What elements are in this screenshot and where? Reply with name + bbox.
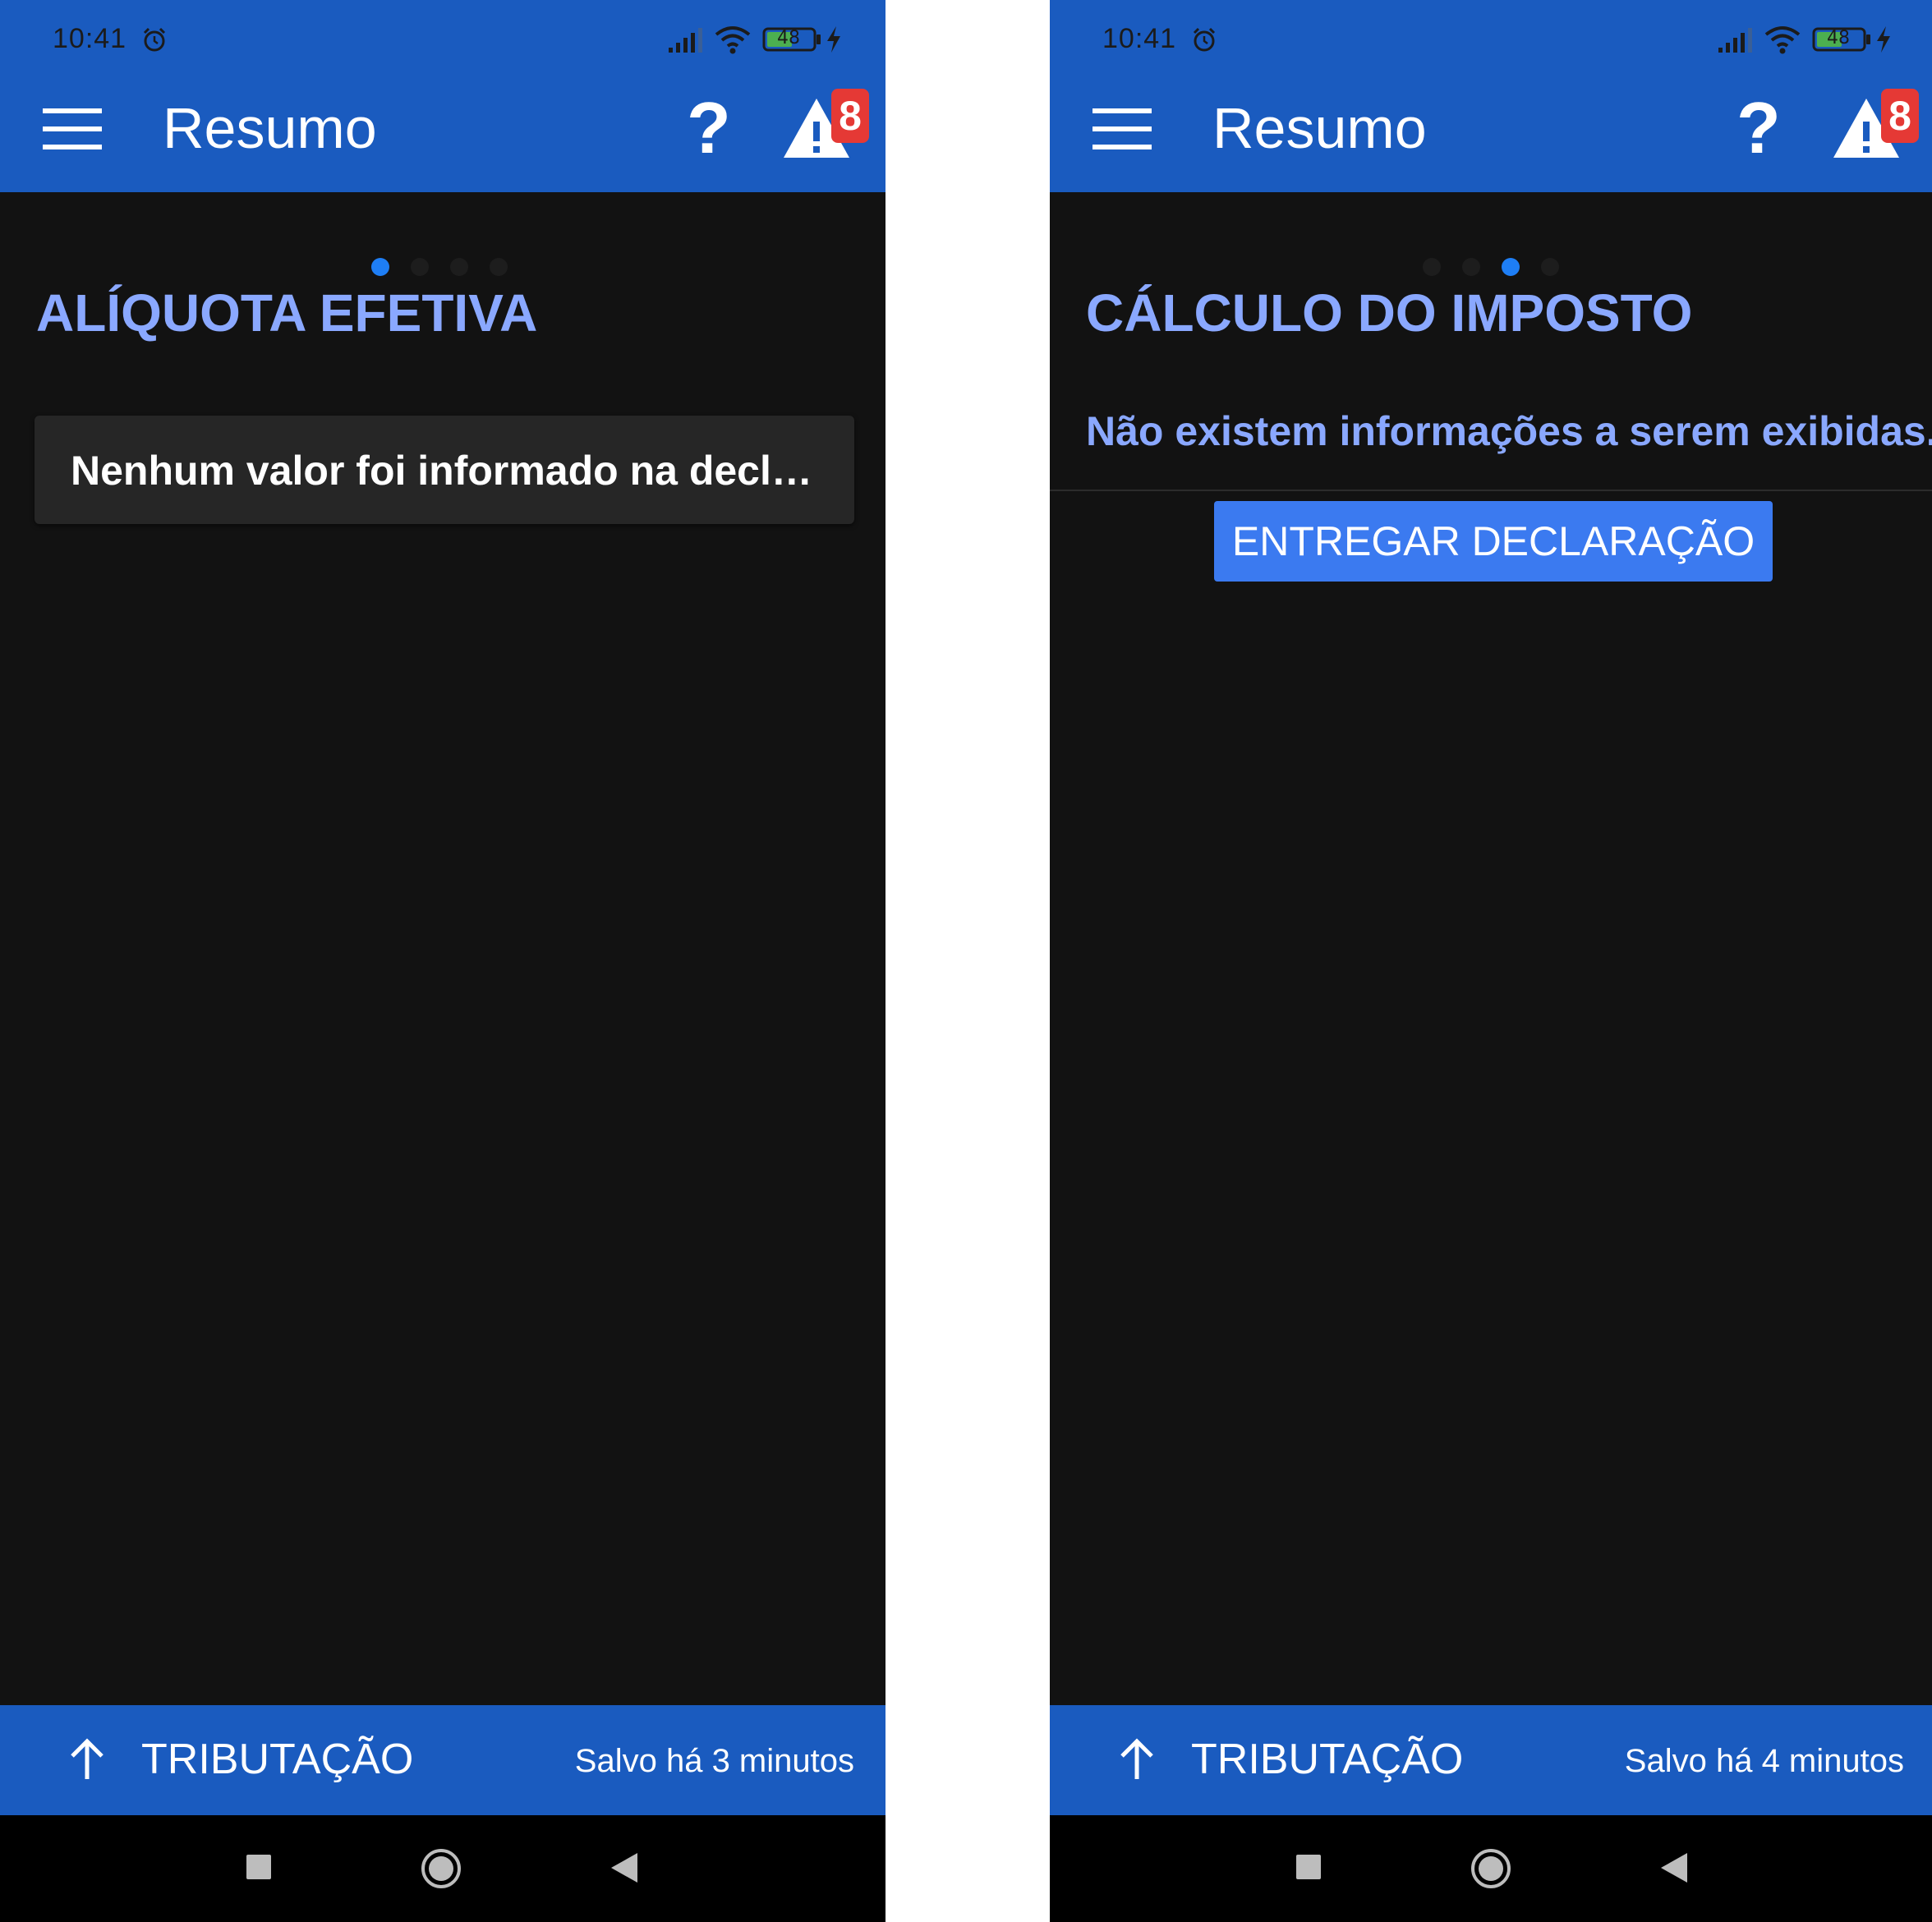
back-icon[interactable] bbox=[610, 1851, 639, 1884]
back-icon[interactable] bbox=[1659, 1851, 1689, 1884]
system-nav-bar bbox=[1050, 1815, 1932, 1922]
charging-icon bbox=[827, 26, 840, 53]
menu-icon[interactable] bbox=[43, 107, 102, 151]
home-icon[interactable] bbox=[1470, 1848, 1511, 1889]
battery-level: 48 bbox=[1827, 28, 1850, 48]
page-dot-3[interactable] bbox=[1502, 258, 1520, 276]
help-icon[interactable]: ? bbox=[687, 92, 731, 164]
arrow-up-icon bbox=[1120, 1738, 1153, 1779]
page-dot-1[interactable] bbox=[371, 258, 389, 276]
signal-icon bbox=[1718, 28, 1752, 53]
phone-screen-right: 10:41 48 Resumo ? 8 CÁLCULO DO IMPOSTO N… bbox=[1050, 0, 1932, 1922]
page-dot-4[interactable] bbox=[490, 258, 508, 276]
warning-count-badge[interactable]: 8 bbox=[1881, 89, 1919, 143]
section-title: ALÍQUOTA EFETIVA bbox=[36, 283, 538, 343]
divider bbox=[1050, 490, 1932, 491]
bottom-bar[interactable]: TRIBUTAÇÃO Salvo há 3 minutos bbox=[0, 1705, 886, 1815]
empty-message: Nenhum valor foi informado na declaração… bbox=[71, 448, 835, 494]
system-nav-bar bbox=[0, 1815, 886, 1922]
arrow-up-icon bbox=[71, 1738, 104, 1779]
alarm-icon bbox=[1193, 27, 1216, 52]
page-dot-4[interactable] bbox=[1541, 258, 1559, 276]
bottom-bar[interactable]: TRIBUTAÇÃO Salvo há 4 minutos bbox=[1050, 1705, 1932, 1815]
alarm-icon bbox=[143, 27, 166, 52]
phone-screen-left: 10:41 48 Resumo ? 8 ALÍQUOTA EFETIVA Nen… bbox=[0, 0, 886, 1922]
page-title: Resumo bbox=[163, 96, 377, 160]
recent-apps-icon[interactable] bbox=[1295, 1853, 1322, 1881]
next-section-label[interactable]: TRIBUTAÇÃO bbox=[141, 1735, 413, 1784]
wifi-icon bbox=[715, 26, 751, 54]
status-time: 10:41 bbox=[1102, 23, 1177, 54]
warning-count-badge[interactable]: 8 bbox=[831, 89, 869, 143]
app-bar: 10:41 48 Resumo ? 8 bbox=[1050, 0, 1932, 192]
charging-icon bbox=[1877, 26, 1890, 53]
section-title: CÁLCULO DO IMPOSTO bbox=[1086, 283, 1693, 343]
page-indicator bbox=[371, 258, 519, 278]
status-time: 10:41 bbox=[53, 23, 127, 54]
wifi-icon bbox=[1764, 26, 1801, 54]
saved-status: Salvo há 4 minutos bbox=[1624, 1743, 1904, 1779]
home-icon[interactable] bbox=[421, 1848, 462, 1889]
deliver-declaration-button[interactable]: ENTREGAR DECLARAÇÃO bbox=[1214, 501, 1773, 582]
page-dot-1[interactable] bbox=[1423, 258, 1441, 276]
page-title: Resumo bbox=[1212, 96, 1427, 160]
empty-value-card[interactable]: Nenhum valor foi informado na declaração… bbox=[34, 416, 854, 524]
page-dot-2[interactable] bbox=[411, 258, 429, 276]
empty-message: Não existem informações a serem exibidas… bbox=[1086, 408, 1932, 454]
page-indicator bbox=[1423, 258, 1571, 278]
menu-icon[interactable] bbox=[1092, 107, 1152, 151]
signal-icon bbox=[669, 28, 702, 53]
recent-apps-icon[interactable] bbox=[245, 1853, 273, 1881]
next-section-label[interactable]: TRIBUTAÇÃO bbox=[1191, 1735, 1463, 1784]
page-dot-2[interactable] bbox=[1462, 258, 1480, 276]
help-icon[interactable]: ? bbox=[1736, 92, 1781, 164]
app-bar: 10:41 48 Resumo ? 8 bbox=[0, 0, 886, 192]
saved-status: Salvo há 3 minutos bbox=[574, 1743, 854, 1779]
page-dot-3[interactable] bbox=[450, 258, 468, 276]
battery-level: 48 bbox=[777, 28, 800, 48]
